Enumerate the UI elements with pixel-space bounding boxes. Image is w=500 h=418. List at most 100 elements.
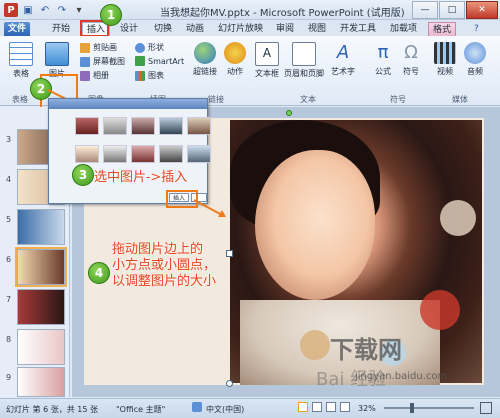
reading-view-icon[interactable] (326, 402, 336, 412)
tab-addins[interactable]: 加载项 (386, 22, 421, 36)
resize-handle-bottom-left[interactable] (226, 380, 233, 387)
slide-thumbnail-7[interactable] (17, 289, 65, 325)
bokeh-light (300, 330, 330, 360)
save-icon[interactable]: ▣ (21, 3, 35, 17)
textbox-icon: A (255, 42, 279, 66)
group-tables-label: 表格 (12, 95, 28, 104)
screenshot-button[interactable]: 屏幕截图 (80, 56, 125, 67)
picture-file[interactable] (159, 117, 183, 135)
shapes-icon (135, 42, 145, 53)
tab-slideshow[interactable]: 幻灯片放映 (214, 22, 267, 36)
wordart-button[interactable]: A 艺术字 (328, 42, 358, 77)
zoom-slider-thumb[interactable] (410, 403, 414, 413)
tab-format[interactable]: 格式 (428, 22, 457, 37)
picture-file[interactable] (103, 117, 127, 135)
picture-file[interactable] (75, 145, 99, 163)
audio-button[interactable]: 音频 (462, 42, 488, 77)
redo-icon[interactable]: ↷ (55, 3, 69, 17)
watermark-url: jingyan.baidu.com (355, 371, 448, 382)
group-media-label: 媒体 (452, 95, 468, 104)
dialog-title-bar (49, 99, 207, 109)
action-star-icon (224, 42, 246, 64)
group-symbols-label: 符号 (390, 95, 406, 104)
picture-file[interactable] (103, 145, 127, 163)
header-footer-button[interactable]: 页眉和页脚 (282, 42, 326, 79)
hyperlink-button[interactable]: 超链接 (190, 42, 220, 77)
shapes-button[interactable]: 形状 (135, 42, 164, 53)
action-button[interactable]: 动作 (222, 42, 248, 77)
screenshot-label: 屏幕截图 (93, 57, 125, 66)
tab-animations[interactable]: 动画 (182, 22, 208, 36)
maximize-button[interactable]: □ (439, 1, 465, 19)
action-label: 动作 (227, 67, 243, 76)
video-button[interactable]: 视频 (432, 42, 458, 77)
picture-file[interactable] (187, 117, 211, 135)
normal-view-icon[interactable] (298, 402, 308, 412)
window-title: 当我想起你MV.pptx - Microsoft PowerPoint (试用版… (160, 8, 405, 19)
picture-file[interactable] (159, 145, 183, 163)
album-button[interactable]: 相册 (80, 70, 109, 81)
tab-transitions[interactable]: 切换 (150, 22, 176, 36)
step-3-badge: 3 (72, 164, 94, 186)
ribbon-tabs: 文件 开始 插入 设计 切换 动画 幻灯片放映 审阅 视图 开发工具 加载项 格… (0, 20, 500, 37)
smartart-icon (135, 56, 145, 66)
album-label: 相册 (93, 71, 109, 80)
tab-view[interactable]: 视图 (304, 22, 330, 36)
slide-thumbnail-5[interactable] (17, 209, 65, 245)
smartart-button[interactable]: SmartArt (135, 56, 184, 66)
table-button[interactable]: 表格 (6, 42, 36, 79)
omega-icon: Ω (404, 42, 418, 63)
slide-sorter-view-icon[interactable] (312, 402, 322, 412)
minimize-button[interactable]: — (412, 1, 438, 19)
insert-picture-dialog: 插入 (48, 98, 211, 204)
language-text[interactable]: 中文(中国) (206, 404, 244, 415)
powerpoint-logo-icon[interactable]: P (4, 3, 18, 17)
picture-face-region (255, 150, 375, 300)
rotation-handle[interactable] (286, 110, 292, 116)
fit-to-window-icon[interactable] (480, 402, 492, 414)
tab-home[interactable]: 开始 (48, 22, 74, 36)
slide-position-text: 幻灯片 第 6 张，共 15 张 (6, 405, 98, 414)
tab-design[interactable]: 设计 (116, 22, 142, 36)
clipart-button[interactable]: 剪贴画 (80, 42, 117, 53)
step-4-instruction-line3: 以调整图片的大小 (112, 274, 217, 289)
picture-file[interactable] (131, 145, 155, 163)
zoom-level[interactable]: 32% (358, 404, 376, 413)
slide-number: 6 (6, 255, 12, 264)
undo-icon[interactable]: ↶ (38, 3, 52, 17)
equation-button[interactable]: π 公式 (370, 42, 396, 77)
tab-review[interactable]: 审阅 (272, 22, 298, 36)
resize-handle-left[interactable] (226, 250, 233, 257)
chart-label: 图表 (148, 71, 164, 80)
tab-file[interactable]: 文件 (4, 22, 31, 36)
help-icon[interactable]: ? (470, 22, 483, 36)
table-icon (9, 42, 33, 66)
album-icon (80, 70, 90, 81)
tab-developer[interactable]: 开发工具 (336, 22, 380, 36)
slide-thumbnail-6[interactable] (15, 247, 67, 287)
slide-thumbnail-8[interactable] (17, 329, 65, 365)
slide-number: 4 (6, 175, 12, 184)
chart-button[interactable]: 图表 (135, 70, 164, 81)
zoom-slider[interactable] (384, 407, 474, 409)
wordart-label: 艺术字 (331, 67, 355, 76)
close-button[interactable]: ✕ (466, 1, 498, 19)
film-icon (434, 42, 456, 64)
header-footer-label: 页眉和页脚 (284, 69, 324, 78)
textbox-button[interactable]: A 文本框 (252, 42, 282, 79)
picture-file[interactable] (187, 145, 211, 163)
status-bar: 幻灯片 第 6 张，共 15 张 "Office 主题" 中文(中国) 32% (0, 398, 500, 418)
slideshow-view-icon[interactable] (340, 402, 350, 412)
picture-file[interactable] (131, 117, 155, 135)
picture-file[interactable] (75, 117, 99, 135)
window-controls: — □ ✕ (412, 1, 498, 19)
slide-thumbnail-9[interactable] (17, 367, 65, 397)
symbol-label: 符号 (403, 67, 419, 76)
customize-qat-icon[interactable]: ▾ (72, 3, 86, 17)
symbol-button[interactable]: Ω 符号 (398, 42, 424, 77)
video-label: 视频 (437, 67, 453, 76)
textbox-label: 文本框 (255, 69, 279, 78)
watermark-site: 下载网 (330, 336, 402, 364)
spell-check-icon[interactable] (192, 402, 202, 412)
picture-icon (45, 42, 69, 66)
